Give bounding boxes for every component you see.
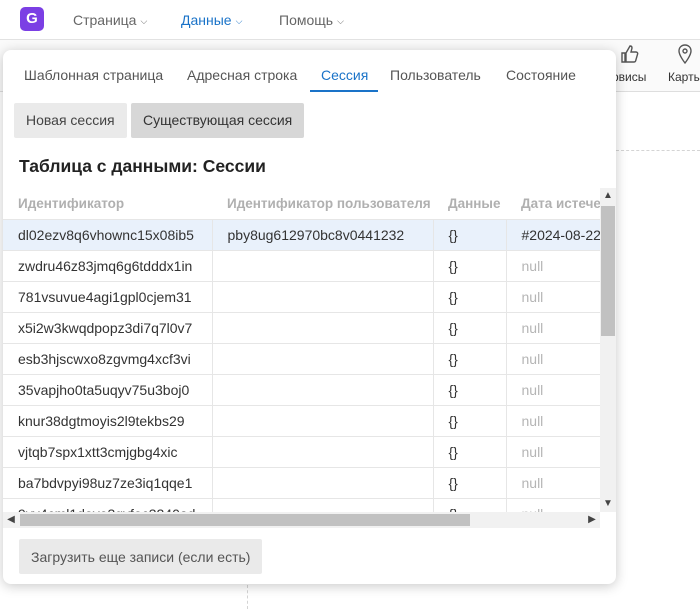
tab-session[interactable]: Сессия: [321, 67, 368, 83]
map-pin-icon: [668, 44, 700, 70]
scroll-left-icon[interactable]: ◀: [3, 512, 19, 528]
cell-id[interactable]: x5i2w3kwqdpopz3di7q7l0v7: [3, 311, 213, 343]
cell-id[interactable]: zwdru46z83jmq6g6tdddx1in: [3, 249, 213, 281]
cell-expiry[interactable]: null: [506, 404, 600, 436]
cell-expiry[interactable]: null: [506, 342, 600, 374]
menu-page-label: Страница: [73, 12, 137, 28]
new-session-button[interactable]: Новая сессия: [14, 103, 127, 138]
menu-help-label: Помощь: [279, 12, 334, 28]
menu-data[interactable]: Данные ⌵: [181, 12, 242, 28]
cell-data[interactable]: {}: [433, 280, 507, 312]
cell-data[interactable]: {}: [433, 466, 507, 498]
column-header-data[interactable]: Данные: [433, 188, 506, 219]
data-panel: Шаблонная страница Адресная строка Сесси…: [3, 50, 616, 584]
table-title: Таблица с данными: Сессии: [19, 156, 266, 176]
cell-data[interactable]: {}: [433, 311, 507, 343]
tab-state[interactable]: Состояние: [506, 67, 576, 83]
cell-id[interactable]: 781vsuvue4agi1gpl0cjem31: [3, 280, 213, 312]
cell-user-id[interactable]: [212, 497, 434, 512]
existing-session-button[interactable]: Существующая сессия: [131, 103, 305, 138]
cell-data[interactable]: {}: [433, 497, 507, 512]
column-header-id[interactable]: Идентификатор: [3, 188, 212, 219]
cell-id[interactable]: esb3hjscwxo8zgvmg4xcf3vi: [3, 342, 213, 374]
cell-id[interactable]: vjtqb7spx1xtt3cmjgbg4xic: [3, 435, 213, 467]
thumbs-up-icon: [612, 44, 646, 70]
table-row[interactable]: knur38dgtmoyis2l9tekbs29 {} null: [3, 404, 600, 436]
tab-address-bar[interactable]: Адресная строка: [187, 67, 297, 83]
cell-user-id[interactable]: pby8ug612970bc8v0441232: [212, 218, 434, 250]
cell-expiry[interactable]: null: [506, 497, 600, 512]
cell-data[interactable]: {}: [433, 342, 507, 374]
vertical-scroll-thumb[interactable]: [601, 206, 615, 336]
cell-data[interactable]: {}: [433, 373, 507, 405]
app-logo[interactable]: G: [20, 7, 44, 31]
horizontal-scrollbar[interactable]: ◀ ▶: [3, 512, 600, 528]
cell-user-id[interactable]: [212, 249, 434, 281]
column-header-expiry[interactable]: Дата истечения: [506, 188, 600, 219]
cell-id[interactable]: dl02ezv8q6vhownc15x08ib5: [3, 218, 213, 250]
cell-data[interactable]: {}: [433, 404, 507, 436]
toolbar-maps[interactable]: Карты: [668, 44, 700, 84]
cell-user-id[interactable]: [212, 435, 434, 467]
table-row[interactable]: x5i2w3kwqdpopz3di7q7l0v7 {} null: [3, 311, 600, 343]
cell-data[interactable]: {}: [433, 218, 507, 250]
menubar: G Страница ⌵ Данные ⌵ Помощь ⌵: [0, 0, 700, 40]
cell-user-id[interactable]: [212, 342, 434, 374]
cell-user-id[interactable]: [212, 280, 434, 312]
guide-line: [616, 150, 700, 151]
panel-tabs: Шаблонная страница Адресная строка Сесси…: [3, 50, 616, 93]
table-row[interactable]: ba7bdvpyi98uz7ze3iq1qqe1 {} null: [3, 466, 600, 498]
load-more-button[interactable]: Загрузить еще записи (если есть): [19, 539, 263, 574]
menu-help[interactable]: Помощь ⌵: [279, 12, 344, 28]
cell-id[interactable]: ba7bdvpyi98uz7ze3iq1qqe1: [3, 466, 213, 498]
chevron-down-icon: ⌵: [235, 16, 243, 26]
table-row[interactable]: esb3hjscwxo8zgvmg4xcf3vi {} null: [3, 342, 600, 374]
cell-expiry[interactable]: null: [506, 435, 600, 467]
scroll-up-icon[interactable]: ▲: [600, 188, 616, 204]
cell-data[interactable]: {}: [433, 249, 507, 281]
menu-page[interactable]: Страница ⌵: [73, 12, 147, 28]
horizontal-scroll-thumb[interactable]: [20, 514, 470, 526]
table-row[interactable]: 781vsuvue4agi1gpl0cjem31 {} null: [3, 280, 600, 312]
cell-user-id[interactable]: [212, 466, 434, 498]
column-header-user-id[interactable]: Идентификатор пользователя: [212, 188, 433, 219]
scroll-right-icon[interactable]: ▶: [584, 512, 600, 528]
sessions-table: Идентификатор Идентификатор пользователя…: [3, 188, 600, 512]
tab-user[interactable]: Пользователь: [390, 67, 481, 83]
cell-expiry[interactable]: null: [506, 311, 600, 343]
toolbar-services[interactable]: рвисы: [612, 44, 646, 84]
cell-id[interactable]: 35vapjho0ta5uqyv75u3boj0: [3, 373, 213, 405]
cell-user-id[interactable]: [212, 311, 434, 343]
table-row[interactable]: 35vapjho0ta5uqyv75u3boj0 {} null: [3, 373, 600, 405]
cell-user-id[interactable]: [212, 404, 434, 436]
cell-expiry[interactable]: null: [506, 466, 600, 498]
cell-id[interactable]: 9vv4cml1dove3gyfoc3240ad: [3, 497, 213, 512]
cell-expiry[interactable]: #2024-08-22T: [506, 218, 600, 250]
guide-line: [247, 585, 248, 609]
table-row[interactable]: dl02ezv8q6vhownc15x08ib5 pby8ug612970bc8v…: [3, 218, 600, 250]
tab-template-page[interactable]: Шаблонная страница: [24, 67, 163, 83]
cell-user-id[interactable]: [212, 373, 434, 405]
table-row[interactable]: 9vv4cml1dove3gyfoc3240ad {}null: [3, 497, 600, 512]
chevron-down-icon: ⌵: [337, 16, 344, 26]
cell-expiry[interactable]: null: [506, 373, 600, 405]
active-tab-indicator: [310, 90, 378, 92]
vertical-scrollbar[interactable]: ▲ ▼: [600, 188, 616, 512]
cell-expiry[interactable]: null: [506, 249, 600, 281]
chevron-down-icon: ⌵: [140, 16, 148, 26]
table-header-row: Идентификатор Идентификатор пользователя…: [3, 188, 600, 219]
cell-data[interactable]: {}: [433, 435, 507, 467]
toolbar-maps-label: Карты: [668, 70, 700, 84]
cell-expiry[interactable]: null: [506, 280, 600, 312]
table-row[interactable]: zwdru46z83jmq6g6tdddx1in {} null: [3, 249, 600, 281]
table-row[interactable]: vjtqb7spx1xtt3cmjgbg4xic {} null: [3, 435, 600, 467]
cell-id[interactable]: knur38dgtmoyis2l9tekbs29: [3, 404, 213, 436]
scroll-down-icon[interactable]: ▼: [600, 496, 616, 512]
menu-data-label: Данные: [181, 12, 232, 28]
toolbar-services-label: рвисы: [612, 70, 647, 84]
